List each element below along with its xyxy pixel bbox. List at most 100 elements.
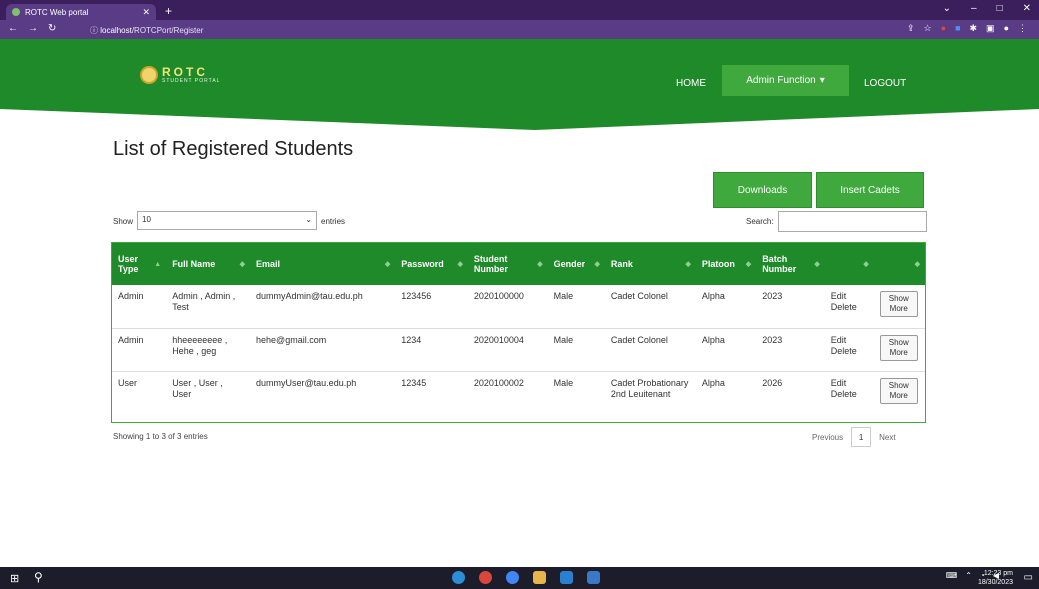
col-full-name[interactable]: Full Name ◆ bbox=[166, 243, 250, 285]
sort-icon: ◆ bbox=[239, 261, 246, 268]
sort-icon: ◆ bbox=[914, 261, 920, 268]
notification-icon[interactable]: ▭ bbox=[1024, 572, 1033, 583]
col-email[interactable]: Email ◆ bbox=[250, 243, 395, 285]
tab-title: ROTC Web portal bbox=[25, 7, 89, 17]
cell-actions: Edit Delete bbox=[825, 285, 874, 328]
windows-start-icon[interactable]: ⊞ bbox=[10, 572, 19, 585]
show-more-button[interactable]: Show More bbox=[879, 334, 918, 361]
show-more-button[interactable]: Show More bbox=[879, 377, 918, 404]
col-actions[interactable]: ◆ bbox=[825, 243, 874, 285]
previous-page-button[interactable]: Previous bbox=[812, 433, 843, 442]
cell-rank: Cadet Probationary 2nd Leuitenant bbox=[610, 377, 689, 399]
extension-red-icon[interactable]: ● bbox=[941, 23, 946, 34]
col-user-type[interactable]: User Type ▲ bbox=[112, 243, 166, 285]
show-more-button[interactable]: Show More bbox=[879, 291, 918, 317]
chrome-icon[interactable] bbox=[479, 571, 492, 584]
site-logo[interactable]: ROTC STUDENT PORTAL bbox=[140, 66, 220, 84]
clock-date: 18/30/2023 bbox=[977, 579, 1013, 586]
cell-platoon: Alpha bbox=[701, 377, 725, 388]
menu-icon[interactable]: ⋮ bbox=[1018, 23, 1027, 34]
new-tab-icon[interactable]: + bbox=[165, 4, 172, 18]
search-label: Search: bbox=[746, 217, 774, 226]
entries-select-value: 10 bbox=[142, 215, 151, 224]
search-input[interactable] bbox=[778, 211, 927, 232]
keyboard-icon[interactable]: ⌨ bbox=[946, 571, 958, 580]
cell-batch: 2026 bbox=[762, 377, 783, 388]
col-rank[interactable]: Rank ◆ bbox=[605, 243, 696, 285]
window-controls: ⌄ – □ ✕ bbox=[943, 3, 1031, 14]
col-student-number[interactable]: Student Number ◆ bbox=[468, 243, 548, 285]
cell-password: 1234 bbox=[401, 334, 422, 345]
table-row: Admin hheeeeeeee , Hehe , geg hehe@gmail… bbox=[112, 328, 925, 371]
chrome-alt-icon[interactable] bbox=[506, 571, 519, 584]
chevron-down-icon[interactable]: ⌄ bbox=[943, 3, 951, 14]
sort-icon: ▲ bbox=[154, 261, 162, 268]
search-icon[interactable]: ⚲ bbox=[34, 570, 43, 584]
sort-icon: ◆ bbox=[594, 261, 600, 268]
nav-home[interactable]: HOME bbox=[676, 78, 706, 89]
next-page-button[interactable]: Next bbox=[879, 433, 895, 442]
cell-student-number: 2020100000 bbox=[473, 291, 524, 301]
sort-icon: ◆ bbox=[814, 261, 820, 268]
browser-tab[interactable]: ROTC Web portal ✕ bbox=[6, 4, 156, 20]
url-field[interactable]: ⓘ localhost/ROTCPort/Register bbox=[84, 22, 864, 37]
extensions-bar: ⇪ ☆ ● ■ ✱ ▣ ● ⋮ bbox=[907, 23, 1027, 34]
nav-admin-function[interactable]: Admin Function ▾ bbox=[722, 65, 849, 96]
brand-name: ROTC bbox=[162, 65, 208, 79]
entries-select[interactable]: 10 ⌄ bbox=[137, 211, 317, 230]
cell-actions: Edit Delete bbox=[825, 328, 874, 371]
page-1-button[interactable]: 1 bbox=[851, 427, 872, 447]
col-platoon[interactable]: Platoon ◆ bbox=[696, 243, 756, 285]
col-more[interactable]: ◆ bbox=[874, 243, 925, 285]
close-window-icon[interactable]: ✕ bbox=[1023, 3, 1031, 14]
chevron-up-icon[interactable]: ⌃ bbox=[965, 571, 972, 580]
reload-icon[interactable]: ↻ bbox=[48, 23, 56, 34]
insert-cadets-button[interactable]: Insert Cadets bbox=[816, 172, 924, 208]
edit-link[interactable]: Edit bbox=[831, 335, 868, 346]
col-gender[interactable]: Gender ◆ bbox=[548, 243, 605, 285]
taskbar-clock[interactable]: 12:23 pm 18/30/2023 bbox=[978, 569, 1013, 587]
clock-time: 12:23 pm bbox=[983, 570, 1013, 577]
nav-admin-label: Admin Function bbox=[746, 75, 816, 86]
maximize-icon[interactable]: □ bbox=[997, 3, 1003, 14]
back-icon[interactable]: ← bbox=[8, 23, 18, 34]
rotc-seal-icon bbox=[140, 66, 158, 84]
sort-icon: ◆ bbox=[685, 261, 691, 268]
show-label: Show bbox=[113, 217, 134, 226]
cell-gender: Male bbox=[553, 291, 574, 301]
table-row: User User , User , User dummyUser@tau.ed… bbox=[112, 371, 925, 424]
col-batch-number[interactable]: Batch Number ◆ bbox=[756, 243, 825, 285]
taskbar-apps bbox=[452, 571, 600, 584]
delete-link[interactable]: Delete bbox=[831, 346, 868, 357]
cell-email: dummyAdmin@tau.edu.ph bbox=[256, 291, 363, 301]
vscode-icon[interactable] bbox=[560, 571, 573, 584]
file-explorer-icon[interactable] bbox=[533, 571, 546, 584]
puzzle-icon[interactable]: ✱ bbox=[970, 23, 978, 34]
cell-rank: Cadet Colonel bbox=[610, 334, 668, 345]
forward-icon[interactable]: → bbox=[28, 23, 38, 34]
extension-blue-icon[interactable]: ■ bbox=[955, 23, 960, 34]
share-icon[interactable]: ⇪ bbox=[907, 23, 915, 34]
nav-logout[interactable]: LOGOUT bbox=[864, 78, 906, 89]
edge-icon[interactable] bbox=[452, 571, 465, 584]
page-title: List of Registered Students bbox=[113, 138, 354, 160]
site-favicon-icon bbox=[12, 8, 20, 16]
close-tab-icon[interactable]: ✕ bbox=[142, 7, 150, 18]
chevron-down-icon: ⌄ bbox=[305, 215, 312, 224]
store-icon[interactable] bbox=[587, 571, 600, 584]
delete-link[interactable]: Delete bbox=[831, 302, 868, 313]
sidebar-icon[interactable]: ▣ bbox=[986, 23, 995, 34]
col-password[interactable]: Password ◆ bbox=[395, 243, 468, 285]
url-host: localhost bbox=[100, 26, 132, 35]
downloads-button[interactable]: Downloads bbox=[713, 172, 812, 208]
avatar[interactable]: ● bbox=[1004, 23, 1009, 34]
cell-user-type: Admin bbox=[118, 291, 144, 301]
edit-link[interactable]: Edit bbox=[831, 378, 868, 389]
entries-label: entries bbox=[321, 217, 346, 226]
cell-batch: 2023 bbox=[762, 291, 783, 301]
delete-link[interactable]: Delete bbox=[831, 389, 868, 400]
cell-student-number: 2020010004 bbox=[473, 334, 524, 345]
star-icon[interactable]: ☆ bbox=[924, 23, 932, 34]
edit-link[interactable]: Edit bbox=[831, 291, 868, 302]
minimize-icon[interactable]: – bbox=[971, 3, 977, 14]
